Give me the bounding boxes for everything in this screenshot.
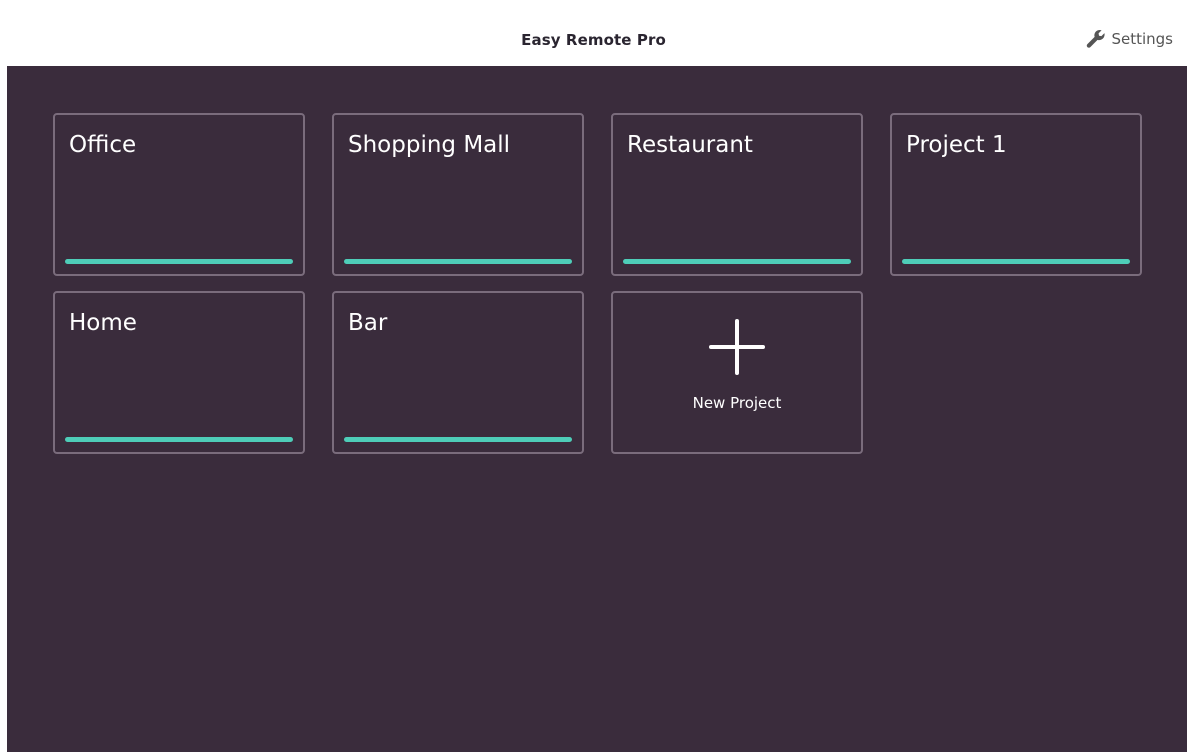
projects-area: Office Shopping Mall Restaurant Project …	[7, 66, 1187, 752]
project-title: Office	[69, 132, 137, 158]
new-project-label: New Project	[692, 394, 782, 412]
plus-icon	[709, 319, 765, 375]
project-card-bar[interactable]: Bar	[332, 291, 584, 454]
project-accent-bar	[344, 259, 572, 264]
project-accent-bar	[65, 259, 293, 264]
project-card-shopping-mall[interactable]: Shopping Mall	[332, 113, 584, 276]
project-accent-bar	[65, 437, 293, 442]
project-title: Bar	[348, 310, 388, 336]
project-title: Shopping Mall	[348, 132, 511, 158]
project-title: Restaurant	[627, 132, 753, 158]
settings-button[interactable]: Settings	[1085, 28, 1173, 50]
project-card-restaurant[interactable]: Restaurant	[611, 113, 863, 276]
project-card-home[interactable]: Home	[53, 291, 305, 454]
project-card-office[interactable]: Office	[53, 113, 305, 276]
wrench-icon	[1085, 28, 1107, 50]
new-project-button[interactable]: New Project	[611, 291, 863, 454]
project-title: Home	[69, 310, 137, 336]
top-bar: Easy Remote Pro Settings	[0, 0, 1187, 66]
project-card-project-1[interactable]: Project 1	[890, 113, 1142, 276]
app-title: Easy Remote Pro	[521, 31, 666, 49]
project-accent-bar	[902, 259, 1130, 264]
project-accent-bar	[623, 259, 851, 264]
settings-label: Settings	[1111, 30, 1173, 48]
project-accent-bar	[344, 437, 572, 442]
project-title: Project 1	[906, 132, 1007, 158]
